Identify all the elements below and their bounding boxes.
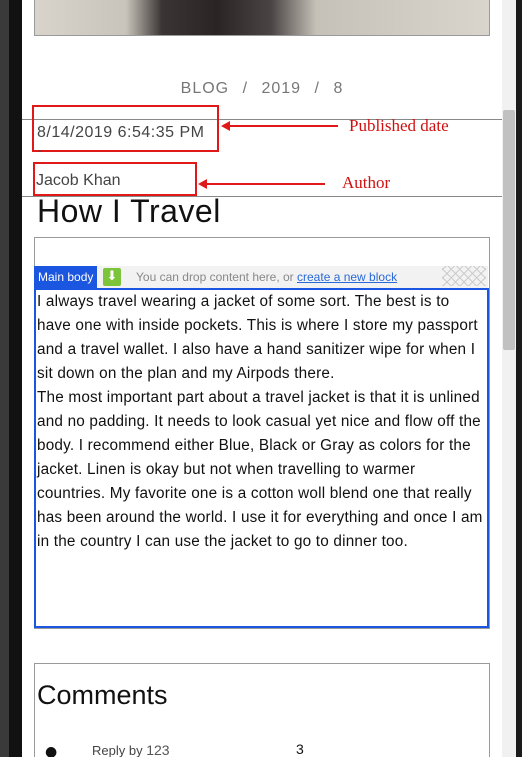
comments-heading: Comments <box>37 680 168 710</box>
breadcrumb-item-month[interactable]: 8 <box>333 80 343 97</box>
reply-user[interactable]: 123 <box>146 742 169 757</box>
body-paragraph: The most important part about a travel j… <box>37 389 483 550</box>
download-arrow-icon[interactable]: ⬇ <box>103 268 121 286</box>
main-body-text: I always travel wearing a jacket of some… <box>37 290 485 554</box>
scrollbar-thumb[interactable] <box>503 110 515 350</box>
left-frame-border <box>9 0 22 757</box>
annotation-arrow-line <box>205 183 325 185</box>
drop-hint-text: You can drop content here, or <box>136 270 294 284</box>
breadcrumb-item-year[interactable]: 2019 <box>261 80 301 97</box>
hero-image <box>34 0 490 36</box>
comment-reply-by[interactable]: Reply by 123 <box>92 742 170 757</box>
breadcrumb-separator: / <box>242 80 249 97</box>
left-frame-edge <box>0 0 9 757</box>
list-bullet: ● <box>45 744 58 757</box>
drop-zone-hatch <box>442 266 486 286</box>
page-canvas: BLOG / 2019 / 8 8/14/2019 6:54:35 PM Pub… <box>22 0 502 757</box>
annotation-box-author <box>33 162 197 196</box>
body-paragraph: I always travel wearing a jacket of some… <box>37 293 478 382</box>
page-title: How I Travel <box>37 193 221 229</box>
annotation-label-published: Published date <box>349 116 449 135</box>
breadcrumb-item-blog[interactable]: BLOG <box>181 80 229 97</box>
annotation-label-author: Author <box>342 173 391 192</box>
annotation-arrow-line <box>228 125 338 127</box>
drop-hint: You can drop content here, or create a n… <box>136 270 397 284</box>
reply-prefix: Reply by <box>92 743 143 757</box>
right-frame-edge <box>516 0 522 757</box>
create-new-block-link[interactable]: create a new block <box>297 270 397 284</box>
annotation-box-published-date <box>32 105 219 152</box>
content-area-tag[interactable]: Main body <box>34 266 98 288</box>
separator-dash: - <box>38 146 42 157</box>
breadcrumb: BLOG / 2019 / 8 <box>22 80 502 98</box>
comment-count: 3 <box>296 741 304 757</box>
breadcrumb-separator: / <box>314 80 320 97</box>
